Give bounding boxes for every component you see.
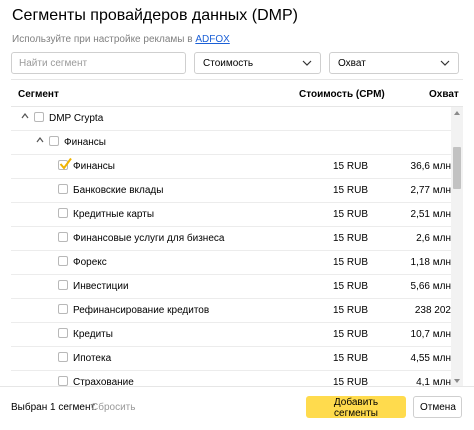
checkmark-icon bbox=[59, 157, 72, 170]
table-row[interactable]: Финансовые услуги для бизнеса 15 RUB 2,6 м… bbox=[11, 227, 451, 251]
row-checkbox[interactable] bbox=[58, 304, 68, 314]
row-cost: 15 RUB bbox=[333, 185, 369, 196]
scrollbar[interactable] bbox=[451, 107, 463, 387]
row-segment-name: Кредитные карты bbox=[73, 209, 155, 220]
cancel-button[interactable]: Отмена bbox=[413, 396, 462, 418]
row-segment-name: Финансы bbox=[64, 137, 106, 148]
row-reach: 238 202 bbox=[414, 305, 451, 316]
row-reach: 2,6 млн bbox=[416, 233, 451, 244]
table-row[interactable]: Банковские вклады 15 RUB 2,77 млн bbox=[11, 179, 451, 203]
header-segment: Сегмент bbox=[18, 89, 59, 100]
row-segment-name: Инвестиции bbox=[73, 281, 129, 292]
row-reach: 5,66 млн bbox=[410, 281, 451, 292]
row-checkbox[interactable] bbox=[58, 208, 68, 218]
row-segment-name: Рефинансирование кредитов bbox=[73, 305, 210, 316]
row-reach: 4,55 млн bbox=[410, 353, 451, 364]
table-row[interactable]: Инвестиции 15 RUB 5,66 млн bbox=[11, 275, 451, 299]
table-row[interactable]: Финансы bbox=[11, 131, 451, 155]
row-segment-name: Финансовые услуги для бизнеса bbox=[73, 233, 225, 244]
row-reach: 10,7 млн bbox=[410, 329, 451, 340]
segment-search-input[interactable] bbox=[11, 52, 186, 74]
adfox-link[interactable]: ADFOX bbox=[195, 34, 229, 45]
row-cost: 15 RUB bbox=[333, 281, 369, 292]
dialog-title: Сегменты провайдеров данных (DMP) bbox=[12, 7, 298, 24]
chevron-down-icon bbox=[302, 60, 312, 66]
row-cost: 15 RUB bbox=[333, 161, 369, 172]
table-row[interactable]: Ипотека 15 RUB 4,55 млн bbox=[11, 347, 451, 371]
row-segment-name: Форекс bbox=[73, 257, 107, 268]
row-checkbox[interactable] bbox=[58, 256, 68, 266]
row-reach: 2,77 млн bbox=[410, 185, 451, 196]
row-segment-name: Банковские вклады bbox=[73, 185, 164, 196]
row-segment-name: DMP Crypta bbox=[49, 113, 104, 124]
row-reach: 36,6 млн bbox=[410, 161, 451, 172]
segments-table: Сегмент Стоимость (CPM) Охват DMP Crypta… bbox=[11, 79, 463, 387]
chevron-up-icon[interactable] bbox=[20, 111, 30, 121]
header-cost[interactable]: Стоимость (CPM) bbox=[299, 89, 385, 100]
reach-select[interactable]: Охват bbox=[329, 52, 459, 74]
row-checkbox[interactable] bbox=[58, 376, 68, 386]
table-header: Сегмент Стоимость (CPM) Охват bbox=[11, 80, 463, 107]
row-cost: 15 RUB bbox=[333, 233, 369, 244]
row-checkbox[interactable] bbox=[49, 136, 59, 146]
row-cost: 15 RUB bbox=[333, 353, 369, 364]
table-row[interactable]: Форекс 15 RUB 1,18 млн bbox=[11, 251, 451, 275]
chevron-up-icon[interactable] bbox=[35, 135, 45, 145]
row-cost: 15 RUB bbox=[333, 257, 369, 268]
subtitle-text: Используйте при настройке рекламы в bbox=[12, 34, 193, 45]
table-row[interactable]: Финансы 15 RUB 36,6 млн bbox=[11, 155, 451, 179]
row-checkbox[interactable] bbox=[58, 328, 68, 338]
table-row[interactable]: DMP Crypta bbox=[11, 107, 451, 131]
row-checkbox[interactable] bbox=[58, 232, 68, 242]
row-segment-name: Ипотека bbox=[73, 353, 112, 364]
scroll-down-icon[interactable] bbox=[453, 377, 461, 385]
selected-count: Выбран 1 сегмент. bbox=[11, 402, 97, 413]
table-row[interactable]: Кредиты 15 RUB 10,7 млн bbox=[11, 323, 451, 347]
add-segments-button[interactable]: Добавить сегменты bbox=[306, 396, 406, 419]
row-cost: 15 RUB bbox=[333, 329, 369, 340]
row-reach: 1,18 млн bbox=[410, 257, 451, 268]
header-reach[interactable]: Охват bbox=[429, 89, 459, 100]
scroll-up-icon[interactable] bbox=[453, 109, 461, 117]
row-checkbox[interactable] bbox=[58, 157, 72, 170]
dialog-subtitle: Используйте при настройке рекламы в ADFO… bbox=[12, 34, 230, 45]
row-checkbox[interactable] bbox=[58, 352, 68, 362]
chevron-down-icon bbox=[440, 60, 450, 66]
row-checkbox[interactable] bbox=[34, 112, 44, 122]
row-cost: 15 RUB bbox=[333, 305, 369, 316]
footer-divider bbox=[0, 386, 474, 387]
table-row[interactable]: Страхование 15 RUB 4,1 млн bbox=[11, 371, 451, 387]
scrollbar-thumb[interactable] bbox=[453, 147, 461, 189]
row-checkbox[interactable] bbox=[58, 280, 68, 290]
table-row[interactable]: Рефинансирование кредитов 15 RUB 238 202 bbox=[11, 299, 451, 323]
reach-select-label: Охват bbox=[338, 57, 366, 69]
cost-select[interactable]: Стоимость bbox=[194, 52, 321, 74]
row-checkbox[interactable] bbox=[58, 184, 68, 194]
row-segment-name: Финансы bbox=[73, 161, 115, 172]
cost-select-label: Стоимость bbox=[203, 57, 254, 69]
row-cost: 15 RUB bbox=[333, 209, 369, 220]
table-row[interactable]: Кредитные карты 15 RUB 2,51 млн bbox=[11, 203, 451, 227]
row-segment-name: Кредиты bbox=[73, 329, 113, 340]
row-reach: 2,51 млн bbox=[410, 209, 451, 220]
reset-link[interactable]: Сбросить bbox=[91, 402, 135, 413]
